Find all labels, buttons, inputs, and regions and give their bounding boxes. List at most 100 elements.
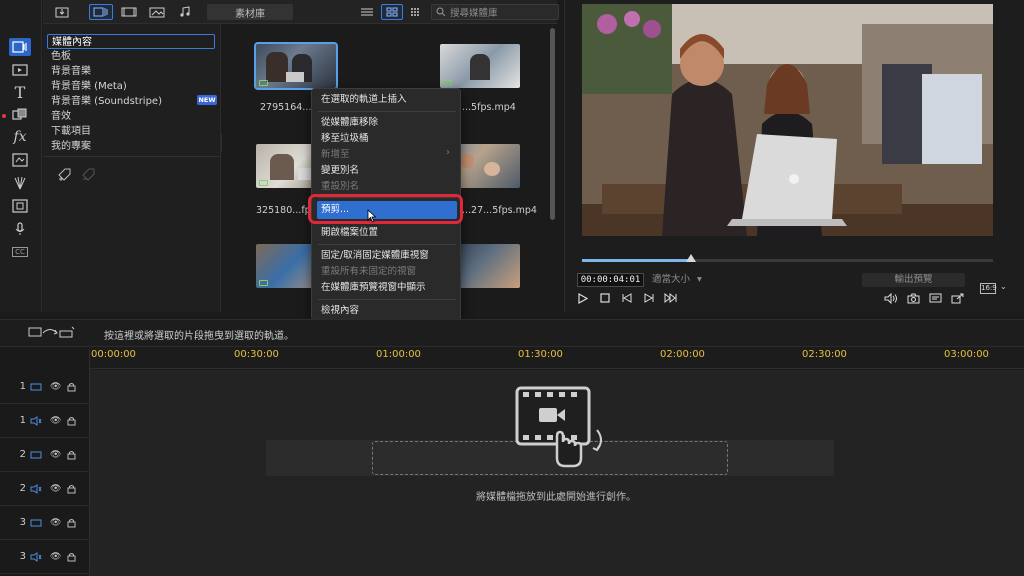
seek-progress [582, 259, 691, 262]
visibility-eye-icon[interactable]: 👁 [50, 552, 61, 562]
menu-change-alias[interactable]: 變更別名 [321, 164, 359, 178]
media-label: 325180...fps [256, 205, 316, 216]
timeline-hint: 按這裡或將選取的片段拖曳到選取的軌道。 [104, 331, 294, 342]
new-badge: NEW [197, 95, 217, 105]
video-filter-icon[interactable] [119, 4, 139, 20]
media-label: ...27...5fps.mp4 [462, 205, 537, 216]
zoom-fit-dropdown[interactable]: 適當大小 ▾ [652, 273, 714, 287]
menu-remove-from-library[interactable]: 從媒體庫移除 [321, 116, 378, 130]
lock-icon[interactable] [67, 518, 76, 528]
fx-room-icon[interactable]: fx [9, 128, 31, 146]
tree-item-downloads[interactable]: 下載項目 [51, 124, 91, 139]
tree-item-media-content[interactable]: 媒體內容 [47, 34, 215, 49]
undock-icon[interactable] [950, 291, 964, 305]
track-header-video-3[interactable]: 3 👁 [0, 506, 90, 540]
visibility-eye-icon[interactable]: 👁 [50, 518, 61, 528]
visibility-eye-icon[interactable]: 👁 [50, 416, 61, 426]
lock-icon[interactable] [67, 382, 76, 392]
stop-icon[interactable] [598, 291, 612, 305]
room-rail: T fx CC [0, 0, 42, 312]
text-room-icon[interactable]: T [9, 83, 31, 102]
import-icon[interactable] [53, 4, 71, 20]
search-placeholder: 搜尋媒體庫 [450, 8, 498, 19]
tree-divider [43, 156, 221, 157]
image-filter-icon[interactable] [147, 4, 167, 20]
play-icon[interactable] [576, 291, 590, 305]
video-track-icon [30, 383, 42, 390]
menu-view-properties[interactable]: 檢視內容 [321, 304, 359, 318]
media-grid-scroll-thumb[interactable] [550, 28, 555, 220]
remove-tag-icon[interactable] [81, 166, 97, 185]
menu-insert-on-track[interactable]: 在選取的軌道上插入 [321, 93, 407, 107]
fast-forward-icon[interactable] [664, 291, 678, 305]
chevron-down-icon[interactable]: ⌄ [1000, 282, 1007, 291]
track-number: 2 [19, 449, 26, 460]
track-header-audio-2[interactable]: 2 👁 [0, 472, 90, 506]
timecode-display[interactable]: 00:00:04:01 [577, 273, 644, 287]
ruler-tick: 01:30:00 [518, 349, 563, 360]
title-room-icon[interactable] [9, 61, 31, 79]
menu-separator [318, 244, 456, 245]
microphone-icon[interactable] [9, 220, 31, 238]
subtitle-room-icon[interactable]: CC [9, 243, 31, 261]
media-thumbnail[interactable] [254, 42, 338, 90]
display-settings-icon[interactable] [928, 291, 942, 305]
volume-icon[interactable] [884, 291, 898, 305]
particle-room-icon[interactable] [9, 174, 31, 192]
video-track-icon [30, 451, 42, 458]
search-input[interactable]: 搜尋媒體庫 [431, 4, 559, 20]
visibility-eye-icon[interactable]: 👁 [50, 484, 61, 494]
highlight-ring [308, 194, 463, 224]
track-number: 3 [19, 551, 26, 562]
menu-separator [318, 111, 456, 112]
track-header-audio-3[interactable]: 3 👁 [0, 540, 90, 574]
previous-frame-icon[interactable] [620, 291, 634, 305]
tree-item-background-music[interactable]: 背景音樂 [51, 64, 91, 79]
overlay-room-icon[interactable] [9, 151, 31, 169]
export-preview-button[interactable]: 輸出預覽 [862, 273, 965, 287]
add-to-track-icon[interactable] [28, 325, 76, 342]
track-header-audio-1[interactable]: 1 👁 [0, 404, 90, 438]
tree-item-background-music-meta[interactable]: 背景音樂 (Meta) [51, 79, 127, 94]
tree-item-my-projects[interactable]: 我的專案 [51, 139, 91, 154]
thumbnail-size-icon[interactable] [407, 4, 423, 20]
add-tag-icon[interactable] [57, 166, 73, 185]
tree-item-sound-effects[interactable]: 音效 [51, 109, 71, 124]
next-frame-icon[interactable] [642, 291, 656, 305]
track-header-video-2[interactable]: 2 👁 [0, 438, 90, 472]
chapter-room-icon[interactable] [9, 197, 31, 215]
list-view-icon[interactable] [357, 4, 377, 20]
lock-icon[interactable] [67, 450, 76, 460]
media-filter-all-icon[interactable] [89, 4, 113, 20]
audio-filter-icon[interactable] [175, 4, 195, 20]
snapshot-icon[interactable] [906, 291, 920, 305]
aspect-ratio-button[interactable]: 16:9 [980, 283, 997, 294]
track-header-video-1[interactable]: 1 👁 [0, 370, 90, 404]
seek-handle[interactable] [686, 254, 696, 262]
video-badge-icon [259, 80, 268, 86]
library-button[interactable]: 素材庫 [207, 4, 293, 20]
drag-media-icon [515, 386, 607, 471]
visibility-eye-icon[interactable]: 👁 [50, 382, 61, 392]
track-number: 3 [19, 517, 26, 528]
media-toolbar: 素材庫 搜尋媒體庫 [43, 0, 559, 24]
lock-icon[interactable] [67, 416, 76, 426]
tree-item-color-boards[interactable]: 色板 [51, 49, 71, 64]
search-icon [436, 7, 446, 17]
menu-move-to-trash[interactable]: 移至垃圾桶 [321, 132, 369, 146]
menu-open-file-location[interactable]: 開啟檔案位置 [321, 226, 378, 240]
visibility-eye-icon[interactable]: 👁 [50, 450, 61, 460]
audio-track-icon [30, 415, 42, 426]
menu-dock-undock-library[interactable]: 固定/取消固定媒體庫視窗 [321, 249, 429, 263]
media-thumbnail[interactable] [440, 44, 520, 88]
video-badge-icon [259, 180, 268, 186]
menu-show-in-library-preview[interactable]: 在媒體庫預覽視窗中顯示 [321, 281, 426, 295]
lock-icon[interactable] [67, 484, 76, 494]
media-room-icon[interactable] [9, 38, 31, 56]
grid-view-icon[interactable] [381, 4, 403, 20]
lock-icon[interactable] [67, 552, 76, 562]
zoom-fit-label: 適當大小 [652, 274, 691, 285]
tree-item-background-music-soundstripe[interactable]: 背景音樂 (Soundstripe) [51, 94, 162, 109]
transition-room-icon[interactable] [9, 106, 31, 124]
library-tree: 媒體內容 色板 背景音樂 背景音樂 (Meta) 背景音樂 (Soundstri… [43, 24, 221, 312]
